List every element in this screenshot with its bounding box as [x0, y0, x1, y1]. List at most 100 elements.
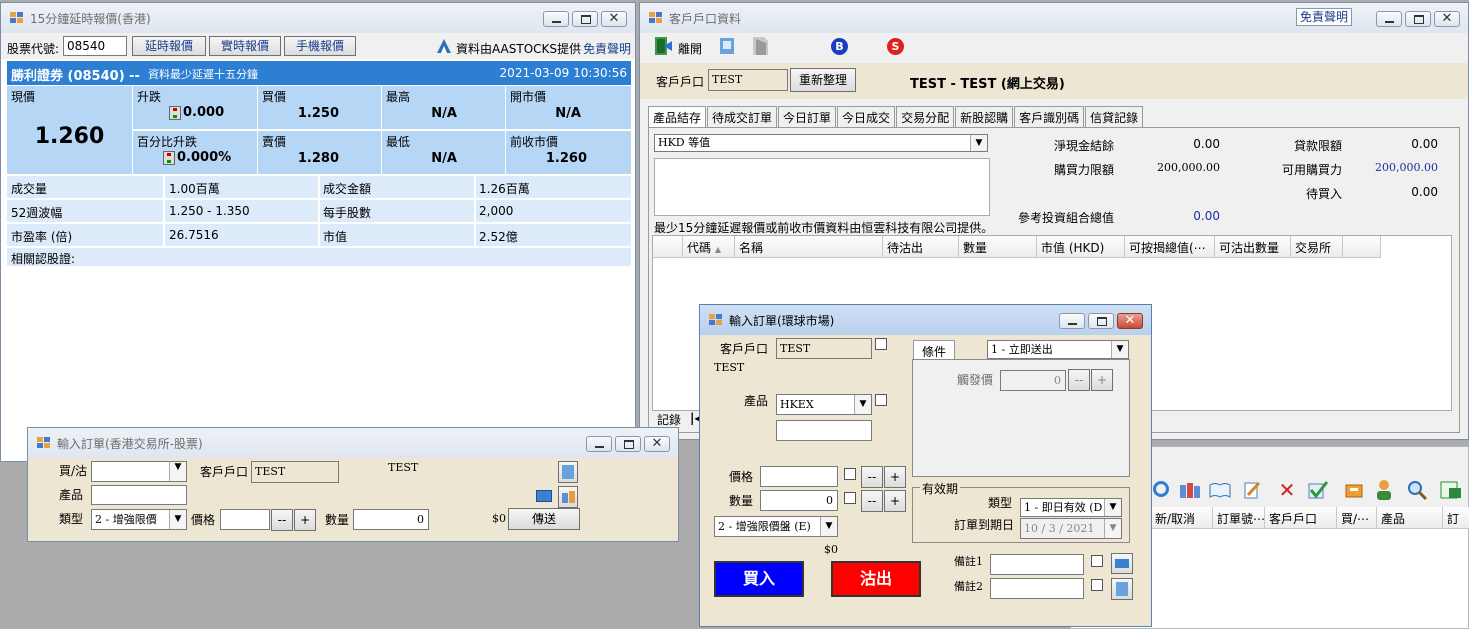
realtime-quote-button[interactable]: 實時報價: [209, 36, 281, 56]
exit-label[interactable]: 離開: [678, 40, 702, 57]
tab-today-trades[interactable]: 今日成交: [837, 106, 896, 128]
group-icon[interactable]: [1179, 481, 1201, 499]
column-header[interactable]: 訂單號⋯: [1213, 507, 1265, 529]
message-box[interactable]: [654, 158, 990, 216]
chevron-down-icon[interactable]: ▼: [169, 462, 186, 481]
global-qty-decrement-button[interactable]: --: [861, 490, 883, 512]
refresh-icon[interactable]: [718, 35, 738, 57]
keyboard-icon[interactable]: [1111, 553, 1133, 574]
validity-type-select[interactable]: 1 - 即日有效 (D ▼: [1020, 498, 1122, 517]
remark1-input[interactable]: [990, 554, 1084, 575]
trigger-decrement-button[interactable]: --: [1068, 369, 1090, 391]
user-icon[interactable]: [1375, 479, 1393, 501]
account-checkbox[interactable]: [875, 338, 887, 350]
tab-client-id[interactable]: 客戶識別碼: [1014, 106, 1085, 128]
tab-credit[interactable]: 信貸記錄: [1085, 106, 1144, 128]
price-increment-button[interactable]: +: [294, 509, 316, 531]
close-button[interactable]: ✕: [1434, 11, 1460, 27]
hk-order-titlebar[interactable]: 輸入訂單(香港交易所-股票) ✕: [28, 428, 678, 458]
delayed-quote-button[interactable]: 延時報價: [132, 36, 206, 56]
column-header[interactable]: 待沽出: [883, 236, 959, 258]
remark2-input[interactable]: [990, 578, 1084, 599]
tab-allocation[interactable]: 交易分配: [896, 106, 955, 128]
inbox-icon[interactable]: [1345, 482, 1363, 498]
price-checkbox[interactable]: [844, 468, 856, 480]
quote-window-titlebar[interactable]: 15分鐘延時報價(香港) ✕: [1, 3, 635, 33]
currency-select[interactable]: HKD 等值 ▼: [654, 134, 988, 152]
buy-button[interactable]: 買入: [714, 561, 804, 597]
chevron-down-icon[interactable]: ▼: [820, 517, 837, 536]
column-header[interactable]: 買/⋯: [1337, 507, 1377, 529]
stock-code-input[interactable]: 08540: [63, 36, 127, 56]
maximize-button[interactable]: [615, 436, 641, 452]
trigger-increment-button[interactable]: +: [1091, 369, 1113, 391]
qty-checkbox[interactable]: [844, 492, 856, 504]
note-icon[interactable]: [558, 461, 578, 483]
global-order-titlebar[interactable]: 輸入訂單(環球市場) ✕: [700, 305, 1151, 335]
edit-icon[interactable]: [1243, 480, 1261, 500]
minimize-button[interactable]: [1376, 11, 1402, 27]
column-header[interactable]: 可沽出數量: [1215, 236, 1291, 258]
refresh-icon[interactable]: [1153, 481, 1169, 497]
maximize-button[interactable]: [1088, 313, 1114, 329]
column-header[interactable]: 新/取消: [1151, 507, 1213, 529]
hk-type-select[interactable]: 2 - 增強限價 ▼: [91, 509, 187, 530]
tab-today-orders[interactable]: 今日訂單: [778, 106, 837, 128]
product-checkbox[interactable]: [875, 394, 887, 406]
global-qty-increment-button[interactable]: +: [884, 490, 906, 512]
minimize-button[interactable]: [543, 11, 569, 27]
side-select[interactable]: ▼: [91, 461, 187, 482]
expiry-date-picker[interactable]: 10 / 3 / 2021 ▼: [1020, 518, 1122, 539]
search-icon[interactable]: [1407, 480, 1428, 501]
client-window-titlebar[interactable]: 客戶戶口資料 免責聲明 ✕: [640, 3, 1468, 33]
close-button[interactable]: ✕: [1117, 313, 1143, 329]
column-header[interactable]: 客戶戶口: [1265, 507, 1337, 529]
delete-icon[interactable]: ✕: [1277, 480, 1297, 500]
keyboard-icon[interactable]: [536, 490, 552, 502]
client-disclaimer-button[interactable]: 免責聲明: [1296, 8, 1352, 26]
confirm-icon[interactable]: [1307, 480, 1329, 500]
tab-holdings[interactable]: 產品結存: [648, 106, 707, 128]
exit-door-icon[interactable]: [652, 35, 674, 57]
disclaimer-link[interactable]: 免責聲明: [583, 40, 631, 57]
minimize-button[interactable]: [1059, 313, 1085, 329]
global-price-input[interactable]: [760, 466, 838, 487]
book-icon[interactable]: [1209, 482, 1231, 498]
chevron-down-icon[interactable]: ▼: [169, 510, 186, 529]
global-account-input[interactable]: TEST: [776, 338, 872, 359]
remark1-checkbox[interactable]: [1091, 555, 1103, 567]
chevron-down-icon[interactable]: ▼: [970, 135, 987, 151]
trigger-price-input[interactable]: 0: [1000, 370, 1066, 391]
buy-b-icon[interactable]: B: [831, 38, 848, 55]
chevron-down-icon[interactable]: ▼: [1104, 499, 1121, 516]
global-price-decrement-button[interactable]: --: [861, 466, 883, 488]
note-icon[interactable]: [1111, 578, 1133, 600]
document-icon[interactable]: [750, 35, 770, 57]
close-button[interactable]: ✕: [601, 11, 627, 27]
refresh-button[interactable]: 重新整理: [790, 68, 856, 92]
global-product-select[interactable]: HKEX ▼: [776, 394, 872, 415]
chevron-down-icon[interactable]: ▼: [854, 395, 871, 414]
chevron-down-icon[interactable]: ▼: [1111, 341, 1128, 358]
column-header[interactable]: 名稱: [735, 236, 883, 258]
global-product-detail-input[interactable]: [776, 420, 872, 441]
sell-s-icon[interactable]: S: [887, 38, 904, 55]
chevron-down-icon[interactable]: ▼: [1104, 519, 1121, 538]
condition-select[interactable]: 1 - 立即送出 ▼: [987, 340, 1129, 359]
maximize-button[interactable]: [572, 11, 598, 27]
hk-qty-input[interactable]: 0: [353, 509, 429, 530]
column-header[interactable]: 可按揭總值(⋯: [1125, 236, 1215, 258]
maximize-button[interactable]: [1405, 11, 1431, 27]
group-icon[interactable]: [558, 486, 578, 508]
send-order-button[interactable]: 傳送: [508, 508, 580, 530]
minimize-button[interactable]: [586, 436, 612, 452]
mobile-quote-button[interactable]: 手機報價: [284, 36, 356, 56]
price-decrement-button[interactable]: --: [271, 509, 293, 531]
close-button[interactable]: ✕: [644, 436, 670, 452]
column-header[interactable]: 交易所: [1291, 236, 1343, 258]
global-qty-input[interactable]: 0: [760, 490, 838, 511]
hk-product-input[interactable]: [91, 485, 187, 505]
tab-pending-orders[interactable]: 待成交訂單: [707, 106, 778, 128]
hk-price-input[interactable]: [220, 509, 270, 530]
column-header[interactable]: 市值 (HKD): [1037, 236, 1125, 258]
